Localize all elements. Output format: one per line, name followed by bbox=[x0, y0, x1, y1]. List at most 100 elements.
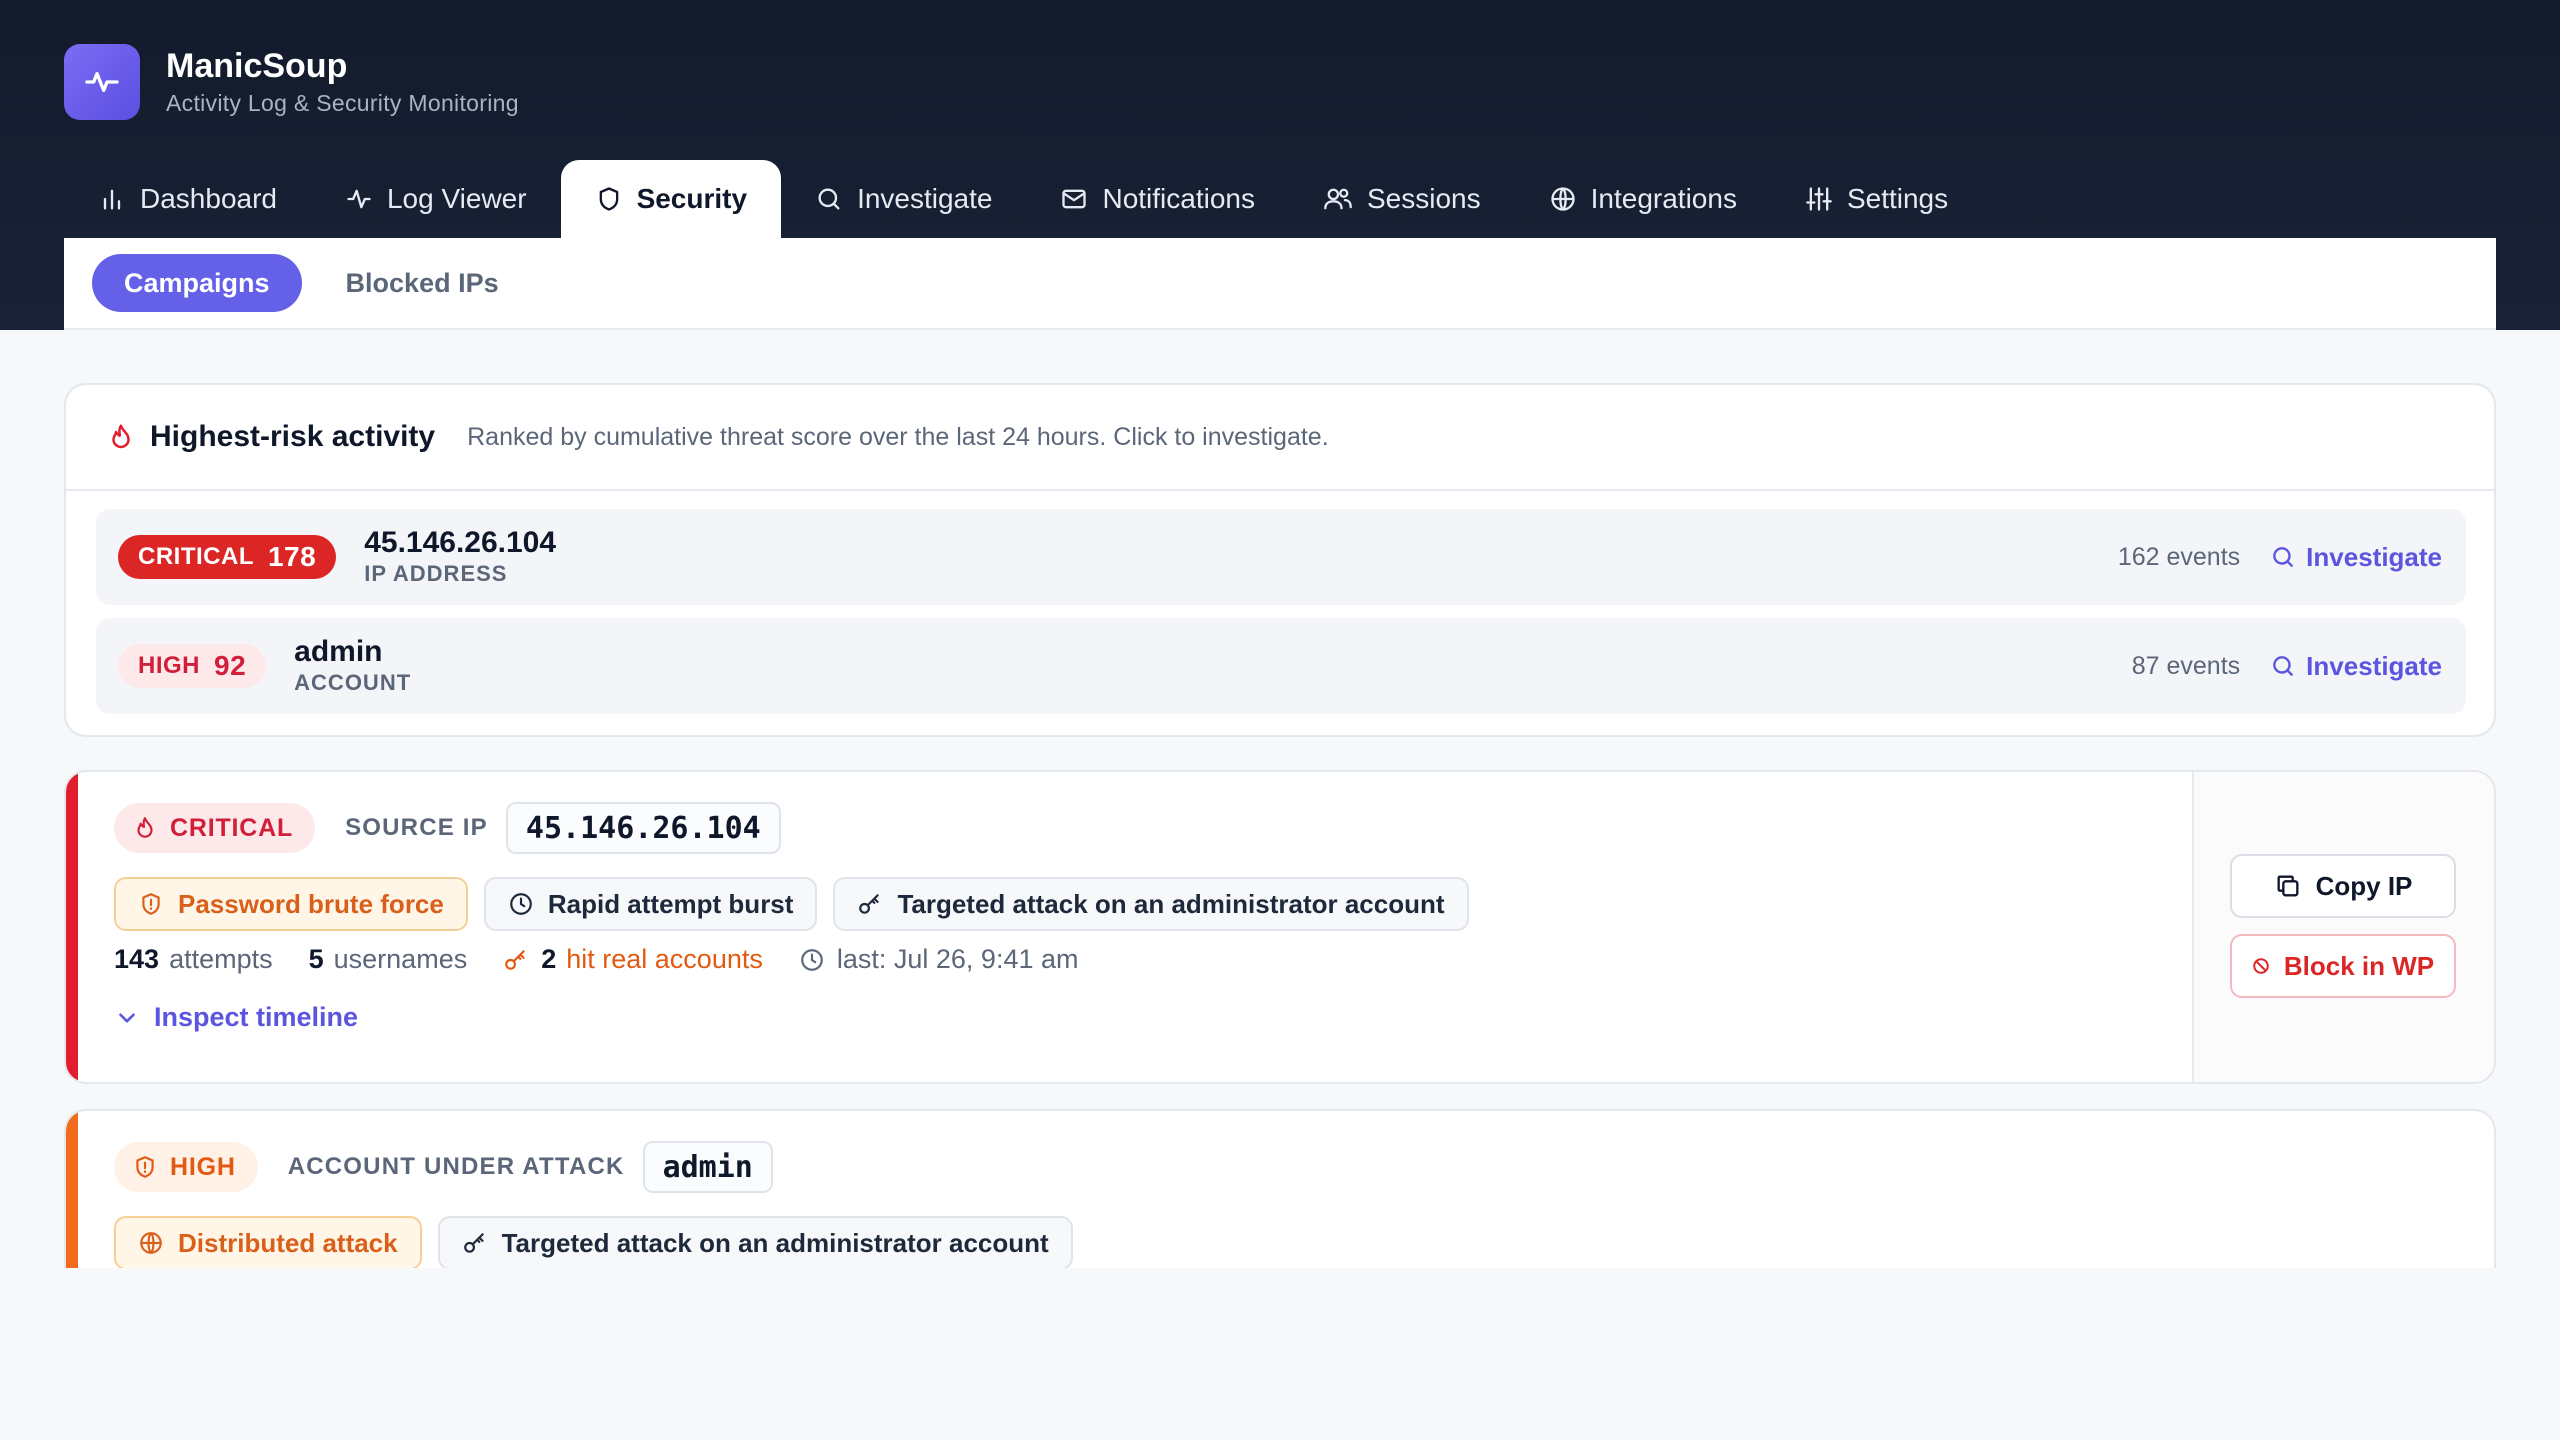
copy-icon bbox=[2274, 872, 2302, 900]
key-icon bbox=[503, 947, 529, 973]
ban-icon bbox=[2252, 957, 2270, 975]
tab-label: Sessions bbox=[1367, 183, 1481, 214]
tab-label: Dashboard bbox=[140, 183, 277, 214]
tab-sessions[interactable]: Sessions bbox=[1289, 160, 1515, 238]
severity-chip: HIGH 92 bbox=[118, 644, 267, 688]
shield-alert-icon bbox=[138, 891, 164, 917]
investigate-label: Investigate bbox=[2306, 650, 2442, 681]
severity-label: HIGH bbox=[138, 652, 200, 679]
shield-icon bbox=[595, 185, 623, 213]
stat-attempts: 143 attempts bbox=[114, 944, 273, 975]
risk-panel-subtitle: Ranked by cumulative threat score over t… bbox=[467, 422, 1329, 451]
campaign-card: CRITICAL SOURCE IP 45.146.26.104 Passwor… bbox=[64, 770, 2496, 1084]
risk-value: admin bbox=[294, 635, 383, 668]
tag-distributed-attack: Distributed attack bbox=[114, 1216, 422, 1270]
tab-dashboard[interactable]: Dashboard bbox=[64, 160, 311, 238]
stat-value: 143 bbox=[114, 944, 160, 974]
risk-kind: ACCOUNT bbox=[294, 670, 412, 695]
tab-notifications[interactable]: Notifications bbox=[1026, 160, 1289, 238]
flame-icon bbox=[106, 422, 136, 452]
tag-label: Distributed attack bbox=[178, 1227, 398, 1258]
tag-password-brute-force: Password brute force bbox=[114, 877, 468, 931]
copy-ip-button[interactable]: Copy IP bbox=[2230, 854, 2456, 918]
tab-integrations[interactable]: Integrations bbox=[1515, 160, 1771, 238]
sliders-icon bbox=[1805, 185, 1833, 213]
stat-label: attempts bbox=[169, 944, 273, 974]
search-icon bbox=[2270, 653, 2296, 679]
tab-label: Security bbox=[636, 183, 748, 214]
subnav-campaigns[interactable]: Campaigns bbox=[92, 254, 302, 312]
app-subtitle: Activity Log & Security Monitoring bbox=[166, 90, 519, 116]
stat-value: 5 bbox=[308, 944, 324, 974]
tag-label: Targeted attack on an administrator acco… bbox=[897, 888, 1445, 919]
tab-log-viewer[interactable]: Log Viewer bbox=[311, 160, 561, 238]
inspect-timeline-toggle[interactable]: Inspect timeline bbox=[114, 1002, 358, 1033]
tab-label: Settings bbox=[1846, 183, 1949, 214]
globe-icon bbox=[138, 1230, 164, 1256]
risk-panel-header: Highest-risk activity Ranked by cumulati… bbox=[66, 385, 2494, 491]
activity-icon bbox=[345, 185, 373, 213]
risk-identity: 45.146.26.104 IP ADDRESS bbox=[364, 526, 556, 588]
tab-settings[interactable]: Settings bbox=[1771, 160, 1982, 238]
investigate-link[interactable]: Investigate bbox=[2270, 651, 2442, 682]
investigate-label: Investigate bbox=[2306, 541, 2442, 572]
page-background bbox=[0, 1268, 2560, 1440]
target-label: ACCOUNT UNDER ATTACK bbox=[287, 1153, 625, 1180]
risk-row[interactable]: CRITICAL 178 45.146.26.104 IP ADDRESS 16… bbox=[96, 509, 2466, 605]
app-name: ManicSoup bbox=[166, 47, 348, 85]
tab-label: Log Viewer bbox=[386, 183, 527, 214]
search-icon bbox=[2270, 544, 2296, 570]
risk-identity: admin ACCOUNT bbox=[294, 635, 411, 697]
key-icon bbox=[857, 891, 883, 917]
subnav-blocked-ips[interactable]: Blocked IPs bbox=[314, 254, 531, 312]
risk-score: 178 bbox=[267, 541, 317, 572]
stat-label: hit real accounts bbox=[566, 944, 763, 974]
severity-badge: CRITICAL bbox=[114, 803, 316, 853]
stat-last-seen: last: Jul 26, 9:41 am bbox=[799, 944, 1079, 975]
clock-icon bbox=[799, 947, 825, 973]
tab-security[interactable]: Security bbox=[560, 160, 782, 238]
app-header: ManicSoup Activity Log & Security Monito… bbox=[0, 0, 2560, 330]
app-logo-icon bbox=[64, 44, 140, 120]
risk-score: 92 bbox=[214, 650, 247, 681]
severity-chip: CRITICAL 178 bbox=[118, 535, 337, 579]
investigate-link[interactable]: Investigate bbox=[2270, 542, 2442, 573]
campaign-actions: Copy IP Block in WP bbox=[2192, 772, 2494, 1082]
copy-ip-label: Copy IP bbox=[2315, 870, 2413, 901]
severity-accent-bar bbox=[66, 772, 78, 1082]
stat-value: 2 bbox=[541, 944, 557, 974]
campaign-tags: Password brute force Rapid attempt burst… bbox=[114, 877, 1485, 931]
severity-label: HIGH bbox=[170, 1152, 236, 1181]
block-in-wp-button[interactable]: Block in WP bbox=[2230, 934, 2456, 998]
main-tabs: Dashboard Log Viewer Security Investigat… bbox=[64, 160, 1982, 238]
shield-alert-icon bbox=[132, 1154, 158, 1180]
tag-rapid-attempt-burst: Rapid attempt burst bbox=[483, 877, 818, 931]
target-value: admin bbox=[642, 1141, 773, 1193]
inspect-label: Inspect timeline bbox=[154, 1002, 359, 1032]
tab-label: Integrations bbox=[1590, 183, 1737, 214]
severity-label: CRITICAL bbox=[170, 813, 294, 842]
risk-row[interactable]: HIGH 92 admin ACCOUNT 87 events Investig… bbox=[96, 618, 2466, 714]
tag-label: Password brute force bbox=[178, 888, 444, 919]
tab-investigate[interactable]: Investigate bbox=[781, 160, 1026, 238]
last-seen: last: Jul 26, 9:41 am bbox=[836, 944, 1079, 974]
key-icon bbox=[462, 1230, 488, 1256]
tag-label: Rapid attempt burst bbox=[547, 888, 794, 919]
stat-usernames: 5 usernames bbox=[309, 944, 468, 975]
severity-badge: HIGH bbox=[114, 1142, 258, 1192]
stat-label: usernames bbox=[333, 944, 468, 974]
bar-chart-icon bbox=[98, 185, 126, 213]
target-label: SOURCE IP bbox=[345, 814, 488, 841]
risk-value: 45.146.26.104 bbox=[364, 526, 557, 559]
tab-label: Notifications bbox=[1102, 183, 1255, 214]
search-icon bbox=[815, 185, 843, 213]
chevron-down-icon bbox=[114, 1005, 140, 1031]
tab-label: Investigate bbox=[857, 183, 993, 214]
users-icon bbox=[1323, 185, 1353, 213]
campaign-tags: Distributed attack Targeted attack on an… bbox=[114, 1216, 1089, 1270]
flame-icon bbox=[132, 815, 158, 841]
tag-targeted-admin: Targeted attack on an administrator acco… bbox=[437, 1216, 1073, 1270]
severity-label: CRITICAL bbox=[138, 543, 254, 570]
event-count: 162 events bbox=[2117, 542, 2241, 571]
brand: ManicSoup Activity Log & Security Monito… bbox=[64, 44, 519, 120]
